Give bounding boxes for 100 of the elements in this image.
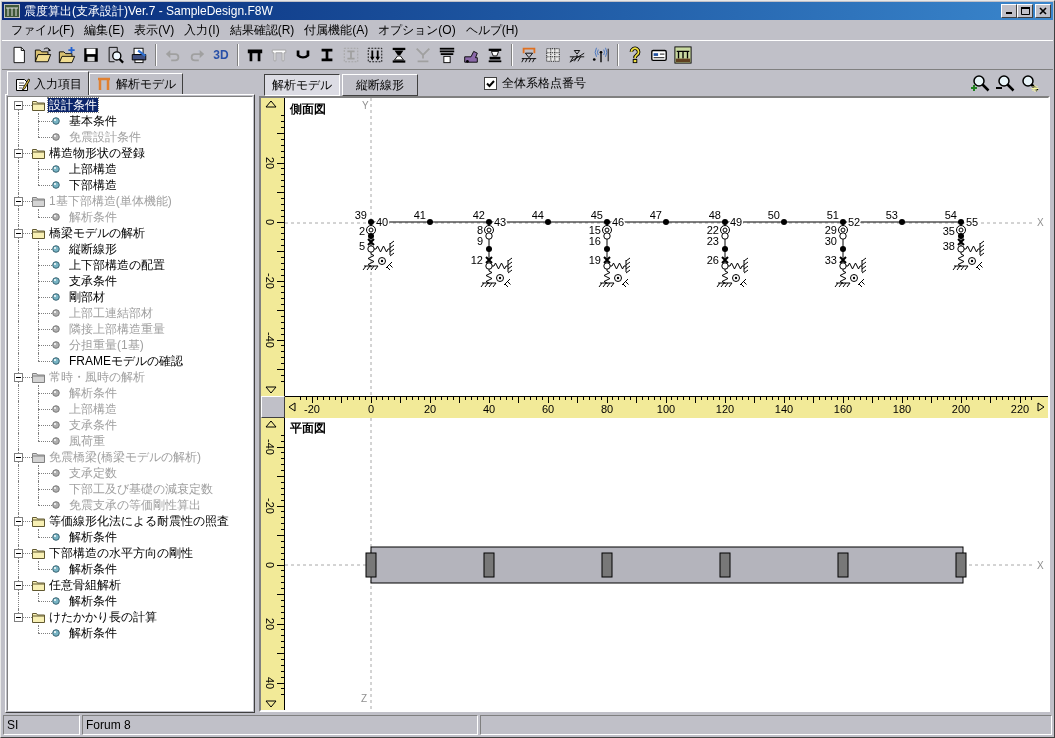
ruler-label: 160 — [833, 403, 853, 415]
node-label: 53 — [885, 209, 898, 221]
tree-item[interactable]: 構造物形状の登録 — [48, 146, 146, 160]
collapse-icon[interactable] — [14, 516, 23, 526]
zoom-sparkle-icon[interactable] — [1020, 73, 1040, 93]
node-dot — [958, 233, 964, 239]
menu-item[interactable]: オプション(O) — [373, 22, 461, 38]
tree-item[interactable]: 解析条件 — [68, 594, 118, 608]
checkbox[interactable] — [484, 76, 497, 90]
circle-node — [367, 245, 375, 253]
arrow-up-icon[interactable] — [265, 420, 277, 428]
arrow-down-icon[interactable] — [265, 386, 277, 394]
tree-item[interactable]: 解析条件 — [68, 530, 118, 544]
checkbox-label[interactable]: 全体系格点番号 — [502, 74, 586, 92]
node-label: 49 — [730, 216, 743, 228]
tree-item[interactable]: 剛部材 — [68, 290, 106, 304]
menu-item[interactable]: 表示(V) — [129, 22, 180, 38]
ruler-label: 20 — [264, 156, 276, 170]
new-file-icon[interactable] — [10, 46, 28, 64]
maximize-button[interactable] — [1017, 4, 1033, 18]
axis-label: X — [1037, 217, 1044, 228]
collapse-icon[interactable] — [14, 612, 23, 622]
plate-bearing-icon[interactable] — [486, 46, 504, 64]
menu-item[interactable]: ファイル(F) — [6, 22, 80, 38]
collapse-icon[interactable] — [14, 100, 23, 110]
tree-item[interactable]: 解析条件 — [68, 562, 118, 576]
folder-plus-icon[interactable] — [58, 46, 76, 64]
arrow-down-icon[interactable] — [265, 700, 277, 708]
tree-item[interactable]: 下部構造の水平方向の剛性 — [48, 546, 194, 560]
panel-tab[interactable]: 入力項目 — [7, 71, 89, 95]
panel-tab[interactable]: 解析モデル — [89, 73, 183, 94]
view-tab[interactable]: 解析モデル — [264, 74, 340, 96]
close-button[interactable] — [1035, 4, 1051, 18]
tree-item[interactable]: FRAMEモデルの確認 — [68, 354, 184, 368]
printer-icon[interactable] — [130, 46, 148, 64]
collapse-icon[interactable] — [14, 228, 23, 238]
open-folder-icon[interactable] — [34, 46, 52, 64]
stacked-plates-column-icon[interactable] — [438, 46, 456, 64]
menu-item[interactable]: 結果確認(R) — [224, 22, 300, 38]
tree-item[interactable]: 任意骨組解析 — [48, 578, 122, 592]
node-dot — [486, 219, 492, 225]
save-icon[interactable] — [82, 46, 100, 64]
pier-rectangle — [719, 552, 731, 578]
node-label: 44 — [531, 209, 544, 221]
node-label: 30 — [824, 235, 837, 247]
menu-item[interactable]: ヘルプ(H) — [460, 22, 524, 38]
tree-item[interactable]: 設計条件 — [48, 98, 98, 112]
node-label: 50 — [767, 209, 780, 221]
ruler-label: 80 — [600, 403, 614, 415]
node-label: 16 — [588, 235, 601, 247]
ruler-label: 0 — [264, 218, 276, 226]
tree-item[interactable]: 橋梁モデルの解析 — [48, 226, 146, 240]
node-label: 19 — [588, 254, 601, 266]
menu-item[interactable]: 入力(I) — [179, 22, 225, 38]
ruler-label: -20 — [304, 403, 320, 415]
cross-node — [957, 238, 965, 246]
arrow-right-icon[interactable] — [1037, 402, 1045, 412]
node-label: 33 — [824, 254, 837, 266]
tree-item[interactable]: 基本条件 — [68, 114, 118, 128]
node-label: 47 — [649, 209, 662, 221]
bridge-picture-icon[interactable] — [674, 46, 692, 64]
view-3d-button[interactable]: 3D — [209, 44, 233, 66]
tree-item[interactable]: 下部構造 — [68, 178, 118, 192]
document-pencil-icon — [14, 75, 30, 92]
tree-item[interactable]: 縦断線形 — [68, 242, 118, 256]
node-label: 46 — [612, 216, 625, 228]
ruler-label: -20 — [264, 273, 276, 289]
tree-item[interactable]: 上下部構造の配置 — [68, 258, 166, 272]
hourglass-bearing-icon[interactable] — [390, 46, 408, 64]
print-preview-icon[interactable] — [106, 46, 124, 64]
menu-item[interactable]: 編集(E) — [79, 22, 130, 38]
ruler-label: 0 — [367, 403, 375, 415]
node-label: 29 — [824, 224, 837, 236]
grid-icon[interactable] — [544, 46, 562, 64]
arrow-left-icon[interactable] — [288, 402, 296, 412]
collapse-icon[interactable] — [14, 548, 23, 558]
pier-rectangle — [483, 552, 495, 578]
dashed-box-arrows-icon[interactable] — [366, 46, 384, 64]
view-tab[interactable]: 縦断線形 — [342, 74, 418, 96]
node-label: 43 — [494, 216, 507, 228]
tree-item[interactable]: けたかかり長の計算 — [48, 610, 158, 624]
node-label: 52 — [848, 216, 861, 228]
tree-item[interactable]: 解析条件 — [68, 626, 118, 640]
collapse-icon[interactable] — [14, 580, 23, 590]
node-dot — [663, 219, 669, 225]
tree-item[interactable]: 支承条件 — [68, 274, 118, 288]
ruler-label: 120 — [715, 403, 735, 415]
tree-item[interactable]: 等価線形化法による耐震性の照査 — [48, 514, 230, 528]
axis-label: X — [1037, 560, 1044, 571]
minimize-button[interactable] — [1001, 4, 1017, 18]
antenna-waves-icon[interactable] — [592, 46, 610, 64]
tree-item[interactable]: 上部構造 — [68, 162, 118, 176]
menu-item[interactable]: 付属機能(A) — [299, 22, 374, 38]
node-dot — [604, 219, 610, 225]
zoom-out-icon[interactable] — [995, 73, 1015, 93]
zoom-in-icon[interactable] — [970, 73, 990, 93]
collapse-icon[interactable] — [14, 148, 23, 158]
frame-support-icon[interactable] — [520, 46, 538, 64]
arrow-up-icon[interactable] — [265, 100, 277, 108]
ruler-label: 200 — [951, 403, 971, 415]
